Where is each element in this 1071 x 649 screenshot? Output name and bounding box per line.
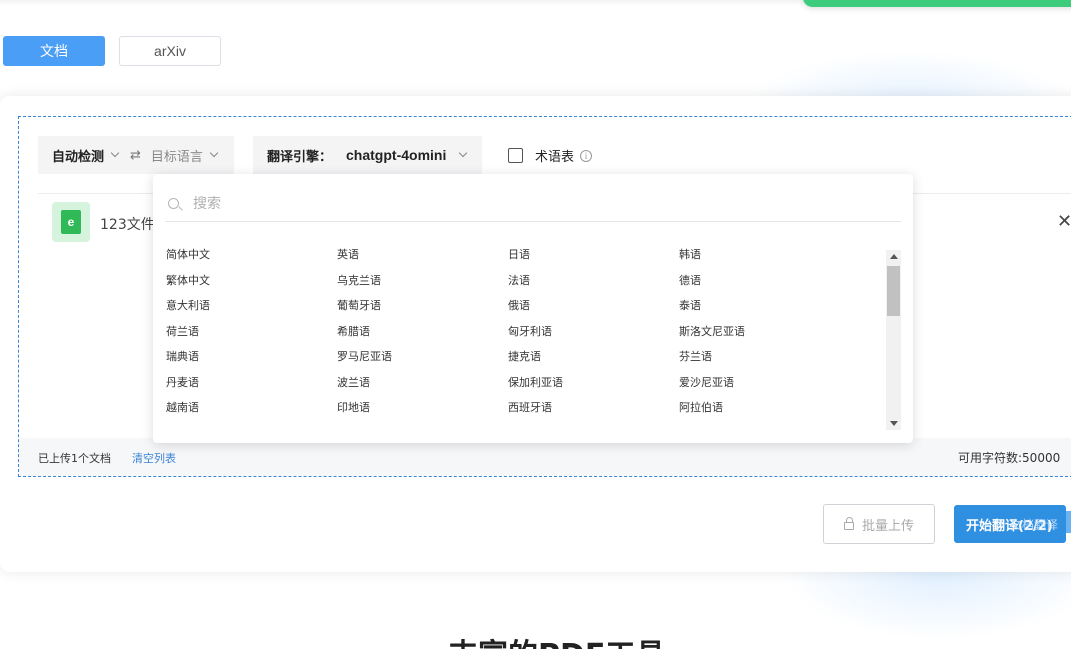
- batch-upload-label: 批量上传: [861, 518, 914, 534]
- close-icon[interactable]: ✕: [1057, 211, 1071, 232]
- language-option[interactable]: 繁体中文: [166, 272, 337, 289]
- language-list: 简体中文 英语 日语 韩语繁体中文 乌克兰语 法语 德语意大利语 葡萄牙语 俄语 泰语荷兰语 希腊语…: [166, 246, 886, 416]
- language-option[interactable]: 保加利亚语: [508, 374, 679, 391]
- language-option[interactable]: 法语: [508, 272, 679, 289]
- clear-list-link[interactable]: 清空列表: [132, 450, 176, 466]
- engine-selector[interactable]: 翻译引擎： chatgpt-4omini: [253, 136, 482, 174]
- language-option[interactable]: 芬兰语: [679, 348, 850, 365]
- search-row: [165, 186, 901, 222]
- source-language[interactable]: 自动检测: [52, 146, 104, 165]
- language-option[interactable]: 俄语: [508, 297, 679, 314]
- batch-upload-button[interactable]: 批量上传: [823, 504, 935, 544]
- language-option[interactable]: 韩语: [679, 246, 850, 263]
- glossary-toggle: 术语表 i: [508, 146, 593, 165]
- language-option[interactable]: 希腊语: [337, 323, 508, 340]
- scroll-up-icon[interactable]: [890, 254, 898, 259]
- language-option[interactable]: 捷克语: [508, 348, 679, 365]
- target-language-dropdown: 简体中文英语日语韩语繁体中文乌克兰语法语德语意大利语葡萄牙语俄语泰语荷兰语希腊语…: [153, 174, 913, 443]
- language-option[interactable]: 乌克兰语: [337, 272, 508, 289]
- file-name: 123文件.: [100, 217, 160, 233]
- section-heading: 丰富的PDF工具: [448, 630, 665, 649]
- scroll-thumb[interactable]: [887, 266, 900, 316]
- success-toast: [803, 0, 1071, 7]
- language-option[interactable]: 斯洛文尼亚语: [679, 323, 850, 340]
- file-icon: e: [52, 202, 90, 242]
- language-selector: 自动检测 ⇄ 目标语言: [38, 136, 234, 174]
- scroll-down-icon[interactable]: [890, 421, 898, 426]
- language-option[interactable]: 日语: [508, 246, 679, 263]
- glossary-label[interactable]: 术语表: [535, 146, 574, 165]
- language-option[interactable]: 德语: [679, 272, 850, 289]
- language-option[interactable]: 罗马尼亚语: [337, 348, 508, 365]
- language-option[interactable]: 瑞典语: [166, 348, 337, 365]
- language-option[interactable]: 波兰语: [337, 374, 508, 391]
- uploaded-count: 已上传1个文档: [38, 452, 111, 465]
- language-option[interactable]: 英语: [337, 246, 508, 263]
- search-icon: [168, 198, 179, 209]
- available-chars: 可用字符数:50000: [958, 451, 1061, 465]
- engine-label: 翻译引擎：: [267, 149, 333, 165]
- language-option[interactable]: 越南语: [166, 399, 337, 416]
- language-option[interactable]: 丹麦语: [166, 374, 337, 391]
- search-input[interactable]: [193, 195, 793, 212]
- start-overlay-text: 文档翻译: [1010, 518, 1059, 532]
- engine-value: chatgpt-4omini: [346, 147, 447, 163]
- epub-icon: e: [61, 210, 81, 234]
- chevron-down-icon[interactable]: [110, 148, 120, 158]
- chevron-down-icon[interactable]: [209, 148, 219, 158]
- swap-icon[interactable]: ⇄: [130, 148, 141, 163]
- lock-icon: [843, 517, 854, 530]
- language-option[interactable]: 泰语: [679, 297, 850, 314]
- scrollbar[interactable]: [886, 250, 901, 430]
- language-option[interactable]: 匈牙利语: [508, 323, 679, 340]
- chevron-down-icon: [459, 148, 468, 158]
- language-option[interactable]: 意大利语: [166, 297, 337, 314]
- language-option[interactable]: 葡萄牙语: [337, 297, 508, 314]
- language-option[interactable]: 荷兰语: [166, 323, 337, 340]
- language-option[interactable]: 爱沙尼亚语: [679, 374, 850, 391]
- language-option[interactable]: 阿拉伯语: [679, 399, 850, 416]
- language-option[interactable]: 印地语: [337, 399, 508, 416]
- glossary-checkbox[interactable]: [508, 148, 523, 163]
- info-icon[interactable]: i: [580, 149, 593, 162]
- target-language[interactable]: 目标语言: [151, 146, 203, 165]
- tab-document[interactable]: 文档: [3, 36, 105, 66]
- button-edge: [1066, 511, 1071, 533]
- language-option[interactable]: 简体中文: [166, 246, 337, 263]
- tab-arxiv[interactable]: arXiv: [119, 36, 221, 66]
- language-option[interactable]: 西班牙语: [508, 399, 679, 416]
